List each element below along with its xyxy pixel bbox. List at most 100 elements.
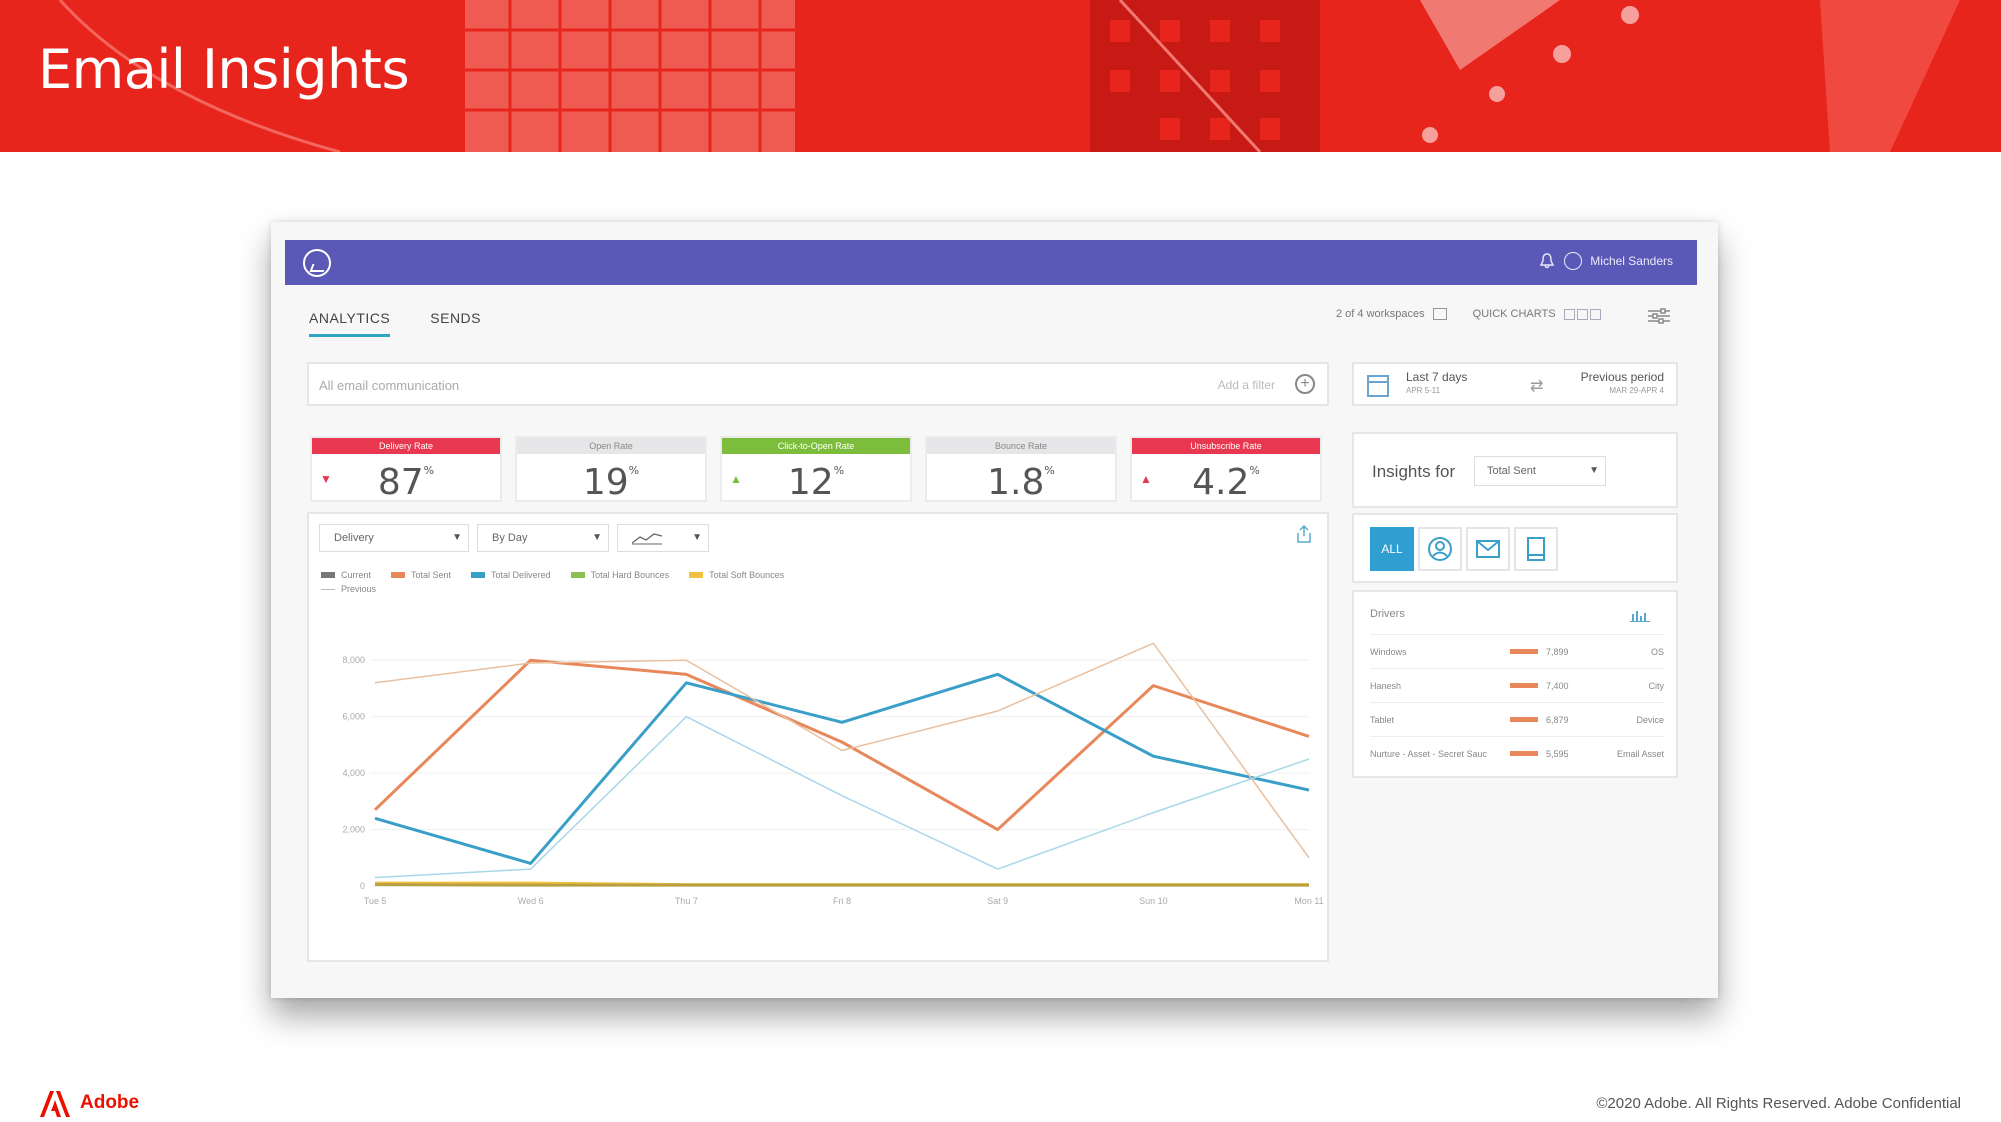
kpi-value: 19: [582, 462, 629, 503]
y-tick-label: 2,000: [342, 825, 365, 835]
insights-filter-icons: ALL: [1352, 513, 1678, 583]
quick-charts-label[interactable]: QUICK CHARTS: [1473, 308, 1556, 320]
kpi-unit: %: [1044, 464, 1055, 477]
kpi-unit: %: [833, 464, 845, 477]
slide-banner: Email Insights: [0, 0, 2001, 152]
calendar-icon[interactable]: [1367, 375, 1389, 397]
kpi-delivery-rate[interactable]: Delivery Rate ▼ 87%: [310, 436, 502, 503]
period-selector[interactable]: Last 7 days APR 5-11 ⇄ Previous period MAR…: [1352, 362, 1678, 406]
current-period-range: APR 5-11: [1406, 386, 1441, 395]
y-tick-label: 8,000: [342, 655, 365, 665]
add-filter-icon[interactable]: +: [1295, 374, 1315, 394]
driver-name: Tablet: [1370, 715, 1395, 725]
swap-icon[interactable]: ⇄: [1530, 376, 1543, 396]
driver-row[interactable]: Hanesh 7,400 City: [1370, 668, 1664, 699]
driver-name: Hanesh: [1370, 681, 1402, 691]
kpi-click-to-open-rate[interactable]: Click-to-Open Rate ▲ 12%: [720, 436, 912, 503]
workspaces-label[interactable]: 2 of 4 workspaces: [1336, 308, 1425, 320]
kpi-value: 1.8: [987, 462, 1045, 503]
kpi-open-rate[interactable]: Open Rate 19%: [515, 436, 707, 503]
all-button[interactable]: ALL: [1370, 527, 1414, 571]
kpi-label: Bounce Rate: [927, 438, 1115, 454]
driver-category: OS: [1650, 647, 1664, 657]
app-logo-icon[interactable]: [303, 249, 331, 277]
tab-sends[interactable]: SENDS: [430, 310, 481, 337]
adobe-logo-icon: [40, 1091, 70, 1117]
audience-icon[interactable]: [1418, 527, 1462, 571]
bar-chart-icon[interactable]: [1630, 608, 1650, 622]
series-line-total-delivered-current: [374, 672, 1310, 865]
user-avatar-icon[interactable]: [1564, 252, 1583, 270]
previous-period: Previous period: [1580, 370, 1664, 384]
driver-value: 7,899: [1546, 647, 1569, 657]
series-line-total-hard-bounces-current: [374, 883, 1309, 887]
kpi-unit: %: [423, 464, 435, 477]
series-line-total-sent-current: [373, 658, 1310, 832]
user-name[interactable]: Michel Sanders: [1590, 254, 1673, 268]
driver-value: 7,400: [1546, 681, 1569, 691]
app-header: Michel Sanders: [285, 240, 1697, 285]
x-tick-label: Fri 8: [833, 896, 851, 906]
insights-dropdown[interactable]: Total Sent ▼: [1474, 456, 1606, 486]
kpi-unit: %: [628, 464, 640, 477]
chevron-down-icon: ▼: [1589, 465, 1599, 476]
delivery-line-chart: 0 2,000 4,000 6,000 8,000 Tue 5 Wed 6 Thu 7 Fri …: [342, 642, 1324, 906]
y-tick-label: 4,000: [342, 768, 365, 778]
filter-bar: All email communication Add a filter +: [307, 362, 1329, 406]
sliders-icon[interactable]: [1648, 308, 1670, 324]
driver-row[interactable]: Nurture - Asset - Secret Sauc 5,595 Email …: [1370, 736, 1664, 767]
filter-input[interactable]: All email communication: [319, 378, 459, 393]
current-period: Last 7 days: [1406, 370, 1468, 384]
device-icon[interactable]: [1514, 527, 1558, 571]
kpi-value: 87: [377, 462, 424, 503]
kpi-value: 4.2: [1192, 462, 1250, 503]
kpi-unit: %: [1249, 464, 1260, 477]
kpi-bounce-rate[interactable]: Bounce Rate 1.8%: [925, 436, 1117, 503]
driver-category: City: [1648, 681, 1665, 691]
x-tick-label: Tue 5: [364, 896, 387, 906]
kpi-label: Delivery Rate: [312, 438, 500, 454]
drivers-title: Drivers: [1370, 608, 1405, 620]
x-tick-label: Sat 9: [987, 896, 1008, 906]
y-tick-label: 0: [360, 881, 365, 891]
kpi-unsubscribe-rate[interactable]: Unsubscribe Rate ▲ 4.2%: [1130, 436, 1322, 503]
workspace-controls: 2 of 4 workspaces QUICK CHARTS: [1336, 308, 1603, 320]
driver-value: 6,879: [1546, 715, 1569, 725]
chart-panel: Delivery ▼ By Day ▼ ▼ Current Total Sent Tot…: [307, 512, 1329, 962]
add-filter-label[interactable]: Add a filter: [1218, 378, 1275, 392]
insights-dropdown-value: Total Sent: [1487, 465, 1536, 477]
driver-category: Email Asset: [1616, 749, 1664, 759]
kpi-value: 12: [787, 462, 834, 503]
previous-period-range: MAR 29-APR 4: [1609, 386, 1664, 395]
driver-row[interactable]: Tablet 6,879 Device: [1370, 702, 1664, 733]
x-tick-label: Sun 10: [1139, 896, 1168, 906]
adobe-brand: Adobe: [80, 1092, 140, 1113]
driver-name: Windows: [1370, 647, 1407, 657]
drivers-panel: Drivers Windows 7,899 OS Hanesh 7,400 City T…: [1352, 590, 1678, 778]
driver-bar: [1510, 717, 1538, 722]
x-tick-label: Wed 6: [518, 896, 544, 906]
driver-row[interactable]: Windows 7,899 OS: [1370, 634, 1664, 665]
driver-value: 5,595: [1546, 749, 1569, 759]
kpi-label: Unsubscribe Rate: [1132, 438, 1320, 454]
driver-bar: [1510, 751, 1538, 756]
bell-icon[interactable]: [1540, 253, 1555, 269]
slide-title: Email Insights: [38, 38, 410, 101]
x-tick-label: Thu 7: [675, 896, 698, 906]
driver-bar: [1510, 683, 1538, 688]
quick-charts-icon[interactable]: [1563, 308, 1603, 320]
x-tick-label: Mon 11: [1294, 896, 1323, 906]
main-tabs: ANALYTICS SENDS: [309, 310, 521, 337]
insights-for-panel: Insights for Total Sent ▼: [1352, 432, 1678, 508]
kpi-label: Click-to-Open Rate: [722, 438, 910, 454]
tab-analytics[interactable]: ANALYTICS: [309, 310, 391, 337]
email-icon[interactable]: [1466, 527, 1510, 571]
driver-name: Nurture - Asset - Secret Sauc: [1370, 749, 1488, 759]
driver-bar: [1510, 649, 1538, 654]
copyright: ©2020 Adobe. All Rights Reserved. Adobe …: [1596, 1095, 1961, 1112]
y-tick-label: 6,000: [342, 712, 365, 722]
driver-category: Device: [1636, 715, 1664, 725]
insights-label: Insights for: [1372, 462, 1456, 481]
kpi-label: Open Rate: [517, 438, 705, 454]
workspace-icon[interactable]: [1432, 308, 1447, 320]
